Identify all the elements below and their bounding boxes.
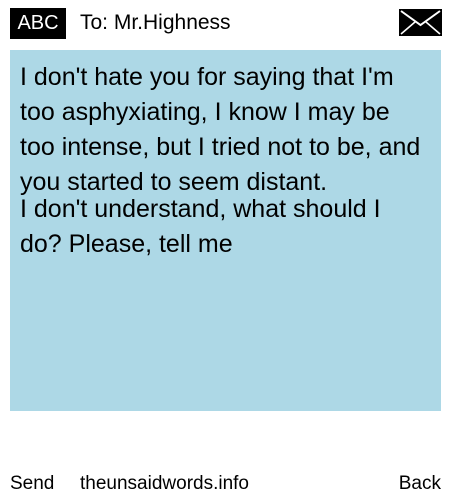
message-text-part-1[interactable]: I don't hate you for saying that I'm too… xyxy=(20,60,425,200)
envelope-icon xyxy=(399,9,442,36)
input-mode-indicator: ABC xyxy=(10,8,66,39)
site-label: theunsaidwords.info xyxy=(80,473,249,494)
back-button[interactable]: Back xyxy=(399,470,441,498)
send-button[interactable]: Send xyxy=(10,470,54,498)
recipient-field[interactable]: To: Mr.Highness xyxy=(80,10,231,36)
sms-compose-screen: ABC To: Mr.Highness I don't hate you for… xyxy=(0,0,450,500)
softkey-bar: Send theunsaidwords.info Back xyxy=(0,470,450,498)
message-text-part-2[interactable]: I don't understand, what should I do? Pl… xyxy=(20,192,425,262)
